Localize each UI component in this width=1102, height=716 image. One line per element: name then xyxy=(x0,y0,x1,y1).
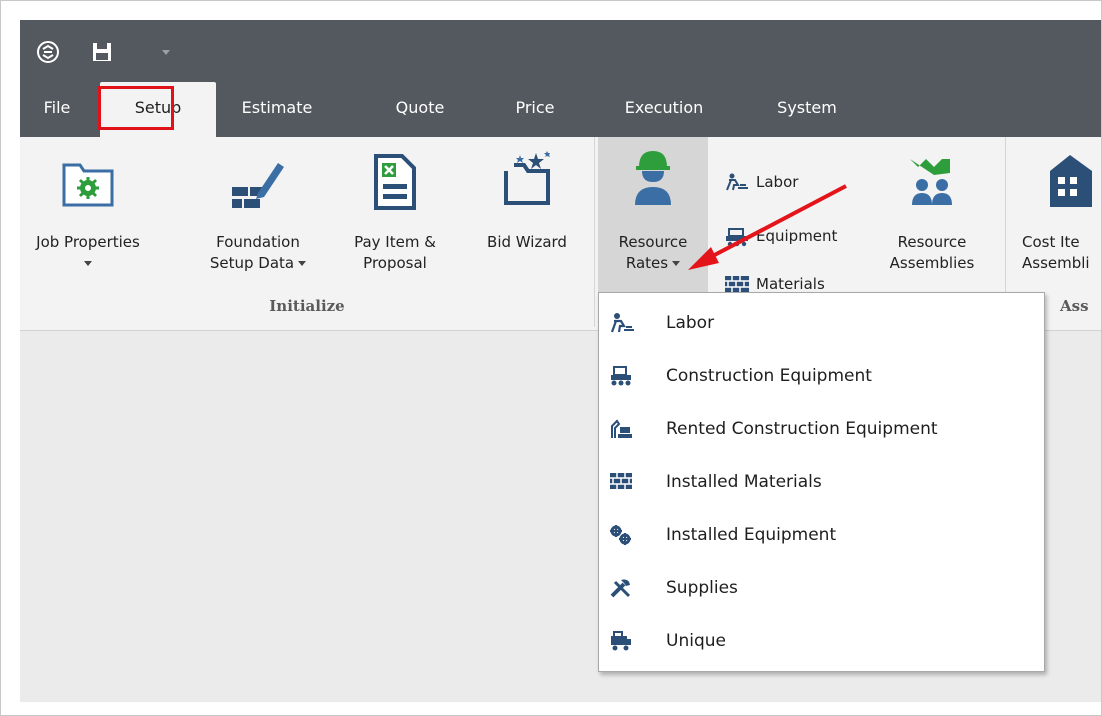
ribbon-tabs: File Setup Estimate Quote Price Executio… xyxy=(20,82,1102,137)
tab-system[interactable]: System xyxy=(772,82,842,137)
foundation-setup-label: Foundation Setup Data xyxy=(188,232,328,274)
job-properties-text: Job Properties xyxy=(36,233,140,251)
menu-item-supplies[interactable]: Supplies xyxy=(599,562,1044,615)
resource-assemblies-label: Resource Assemblies xyxy=(876,232,988,274)
chevron-down-icon xyxy=(672,261,681,266)
menu-item-installed-materials[interactable]: Installed Materials xyxy=(599,456,1044,509)
tab-price[interactable]: Price xyxy=(510,82,560,137)
pay-item-line2: Proposal xyxy=(363,254,427,272)
equipment-label: Equipment xyxy=(756,227,838,245)
materials-icon xyxy=(725,276,749,292)
pay-item-line1: Pay Item & xyxy=(354,233,436,251)
tab-file[interactable]: File xyxy=(34,82,80,137)
tab-setup[interactable]: Setup xyxy=(100,82,216,137)
equipment-icon xyxy=(726,228,748,247)
resource-assemblies-button[interactable]: Resource Assemblies xyxy=(876,137,988,287)
menu-item-rented-equipment[interactable]: Rented Construction Equipment xyxy=(599,403,1044,456)
pencil-bricks-icon xyxy=(232,163,284,208)
labor-icon xyxy=(726,173,748,191)
group-label-assemblies: Ass xyxy=(1060,297,1089,315)
group-label-initialize: Initialize xyxy=(269,297,345,315)
assembly-icon xyxy=(910,159,952,205)
foundation-setup-line1: Foundation xyxy=(216,233,300,251)
foundation-setup-line2: Setup Data xyxy=(209,254,295,272)
labor-label: Labor xyxy=(756,173,799,191)
folder-gear-icon xyxy=(62,163,114,207)
cost-item-assemblies-label: Cost Ite Assembli xyxy=(1022,232,1102,274)
bid-wizard-button[interactable]: Bid Wizard xyxy=(472,137,582,287)
tab-quote[interactable]: Quote xyxy=(390,82,450,137)
chevron-down-icon xyxy=(298,261,307,266)
chevron-down-icon xyxy=(84,261,92,266)
menu-item-label: Labor xyxy=(666,313,715,333)
job-properties-label: Job Properties xyxy=(30,232,146,274)
resource-rates-button[interactable]: Resource Rates xyxy=(598,137,708,312)
menu-item-labor[interactable]: Labor xyxy=(599,297,1044,350)
menu-item-label: Construction Equipment xyxy=(666,366,872,386)
job-properties-button[interactable]: Job Properties xyxy=(30,137,146,287)
tab-execution[interactable]: Execution xyxy=(616,82,712,137)
dropdown-icon[interactable] xyxy=(160,46,172,58)
pay-item-proposal-button[interactable]: Pay Item & Proposal xyxy=(340,137,450,287)
resource-rates-line2: Rates xyxy=(625,254,669,272)
supplies-icon xyxy=(610,579,631,598)
menu-item-unique[interactable]: Unique xyxy=(599,615,1044,668)
unique-icon xyxy=(611,631,631,651)
excel-document-icon xyxy=(374,154,416,210)
foundation-setup-button[interactable]: Foundation Setup Data xyxy=(188,137,328,287)
installed-materials-icon xyxy=(610,473,632,489)
wizard-folder-icon xyxy=(504,151,550,205)
resource-rates-menu: Labor Construction Equipment Rented Cons… xyxy=(598,292,1045,672)
resource-assemblies-line1: Resource xyxy=(897,233,967,251)
cost-item-assemblies-button[interactable]: Cost Ite Assembli xyxy=(1016,137,1102,287)
labor-icon xyxy=(610,313,634,333)
bid-wizard-label: Bid Wizard xyxy=(487,233,567,251)
menu-item-label: Supplies xyxy=(666,578,738,598)
menu-item-installed-equipment[interactable]: Installed Equipment xyxy=(599,509,1044,562)
menu-item-label: Unique xyxy=(666,631,726,651)
resource-rates-line1: Resource xyxy=(618,233,688,251)
title-bar xyxy=(20,20,1102,82)
menu-item-label: Installed Equipment xyxy=(666,525,837,545)
tab-estimate[interactable]: Estimate xyxy=(238,82,316,137)
resource-assemblies-line2: Assemblies xyxy=(889,254,975,272)
menu-item-label: Rented Construction Equipment xyxy=(666,419,938,439)
cost-item-line1: Cost Ite xyxy=(1022,233,1080,251)
group-separator xyxy=(594,137,595,327)
rented-equipment-icon xyxy=(611,419,632,438)
cost-item-line2: Assembli xyxy=(1022,254,1090,272)
app-logo-icon[interactable] xyxy=(36,40,60,64)
construction-equipment-icon xyxy=(611,366,631,386)
building-icon xyxy=(1050,155,1092,207)
installed-equipment-icon xyxy=(610,525,631,545)
menu-item-construction-equipment[interactable]: Construction Equipment xyxy=(599,350,1044,403)
pay-item-proposal-label: Pay Item & Proposal xyxy=(340,232,450,274)
menu-item-label: Installed Materials xyxy=(666,472,822,492)
worker-icon xyxy=(635,151,671,205)
resource-rates-label: Resource Rates xyxy=(598,232,708,274)
save-icon[interactable] xyxy=(92,42,112,62)
